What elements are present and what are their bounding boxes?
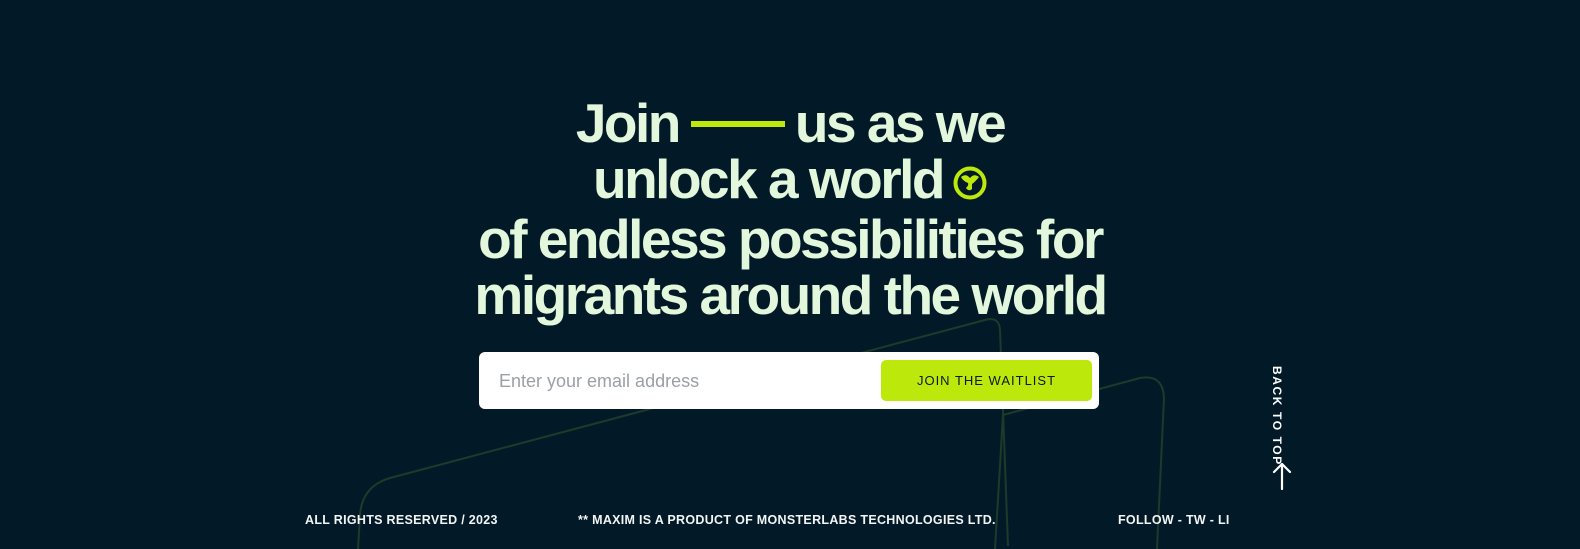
email-input[interactable] — [497, 352, 861, 411]
headline-join-text: Join — [575, 91, 682, 154]
back-to-top-link[interactable]: BACK TO TOP — [1268, 366, 1298, 492]
footer-follow-links[interactable]: FOLLOW - TW - LI — [1118, 513, 1234, 527]
footer-product-note: ** MAXIM IS A PRODUCT OF MONSTERLABS TEC… — [578, 513, 996, 527]
globe-icon — [953, 153, 987, 209]
footer-rights: ALL RIGHTS RESERVED / 2023 — [305, 513, 498, 527]
waitlist-form: JOIN THE WAITLIST — [479, 352, 1099, 411]
accent-dash — [690, 121, 785, 128]
arrow-up-icon — [1272, 462, 1292, 490]
headline-line-2-text: unlock a world — [592, 147, 946, 210]
headline-line-1: Join us as we — [0, 95, 1580, 151]
back-to-top-label: BACK TO TOP — [1270, 366, 1284, 466]
headline-line-4: migrants around the world — [474, 264, 1108, 327]
headline-line-1-end: us as we — [794, 91, 1007, 154]
hero-headline: Join us as we unlock a world of endless p… — [0, 95, 1580, 323]
headline-line-3: of endless possibilities for — [478, 208, 1104, 271]
join-waitlist-button[interactable]: JOIN THE WAITLIST — [881, 360, 1092, 401]
headline-line-2: unlock a world — [0, 151, 1580, 211]
